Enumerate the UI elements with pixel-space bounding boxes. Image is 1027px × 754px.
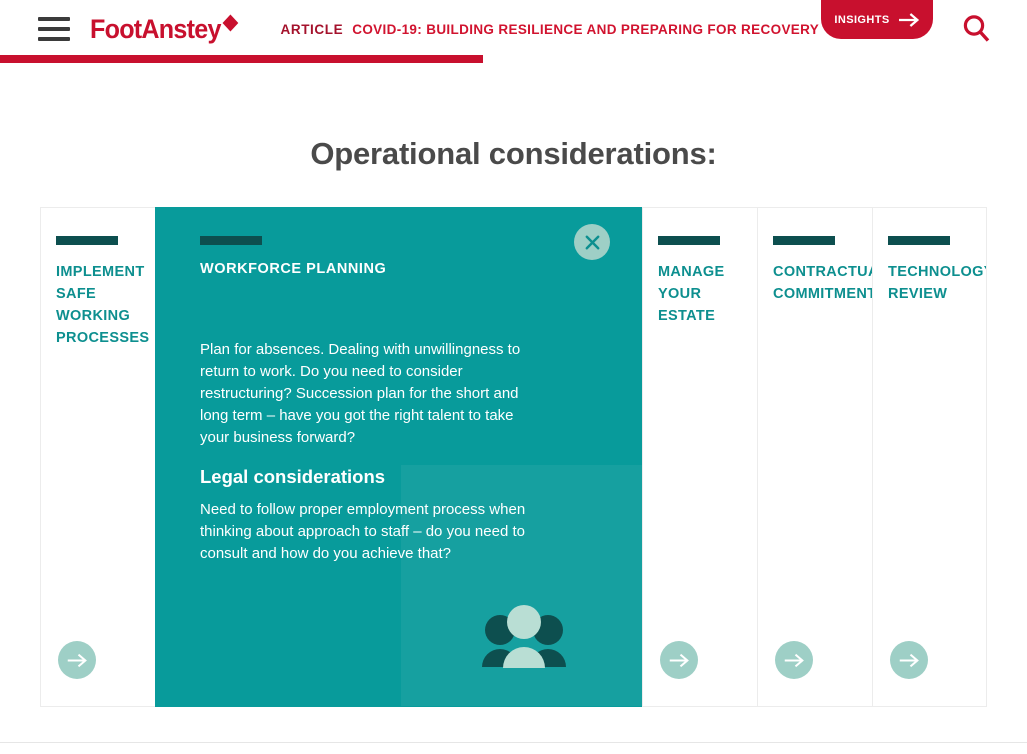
panel-rule <box>200 236 262 245</box>
accordion-card-implement-safe-working-processes[interactable]: IMPLEMENT SAFE WORKING PROCESSES <box>40 207 155 707</box>
panel-title: WORKFORCE PLANNING <box>200 261 387 277</box>
arrow-right-icon <box>784 653 804 667</box>
accordion-card-contractual-commitments[interactable]: CONTRACTUAL COMMITMENTS <box>757 207 872 707</box>
title-line: ESTATE <box>658 308 716 324</box>
hamburger-bar <box>38 37 70 41</box>
title-line: IMPLEMENT <box>56 264 145 280</box>
arrow-right-icon <box>669 653 689 667</box>
card-expand-arrow-button[interactable] <box>890 641 928 679</box>
accordion-card-workforce-planning: WORKFORCE PLANNING Plan for absences. De… <box>155 207 642 707</box>
title-line: PROCESSES <box>56 330 150 346</box>
card-rule <box>888 236 950 245</box>
card-rule <box>56 236 118 245</box>
title-line: WORKING <box>56 308 131 324</box>
people-group-icon <box>478 605 570 674</box>
arrow-right-icon <box>898 12 919 27</box>
accordion-card-title: TECHNOLOGY REVIEW <box>888 261 987 305</box>
panel-subheading: Legal considerations <box>200 466 386 487</box>
close-icon <box>585 235 599 249</box>
title-line: TECHNOLOGY <box>888 264 987 280</box>
accordion-card-title: CONTRACTUAL COMMITMENTS <box>773 261 872 305</box>
title-line: REVIEW <box>888 286 948 302</box>
panel-paragraph: Plan for absences. Dealing with unwillin… <box>200 341 521 446</box>
accordion-card-technology-review[interactable]: TECHNOLOGY REVIEW <box>872 207 987 707</box>
search-button[interactable] <box>961 13 992 44</box>
article-title: COVID-19: BUILDING RESILIENCE AND PREPAR… <box>352 21 820 37</box>
arrow-right-icon <box>899 653 919 667</box>
accordion-card-manage-your-estate[interactable]: MANAGE YOUR ESTATE <box>642 207 757 707</box>
title-line: COMMITMENTS <box>773 286 872 302</box>
reading-progress-bar <box>0 55 483 63</box>
title-line: SAFE <box>56 286 97 302</box>
footer-divider <box>0 742 1027 743</box>
title-line: MANAGE <box>658 264 725 280</box>
accordion-card-title: MANAGE YOUR ESTATE <box>658 261 742 327</box>
panel-body: Plan for absences. Dealing with unwillin… <box>200 339 545 565</box>
accordion-card-title: IMPLEMENT SAFE WORKING PROCESSES <box>56 261 150 349</box>
insights-button[interactable]: INSIGHTS <box>821 0 933 39</box>
article-kicker: ARTICLE <box>280 21 344 37</box>
card-expand-arrow-button[interactable] <box>58 641 96 679</box>
brand-name: FootAnstey <box>90 13 221 44</box>
hamburger-menu-icon[interactable] <box>38 17 70 41</box>
brand-logo[interactable]: FootAnstey <box>90 13 238 45</box>
site-header: FootAnstey ARTICLE COVID-19: BUILDING RE… <box>0 0 1027 63</box>
close-panel-button[interactable] <box>574 224 610 260</box>
insights-button-label: INSIGHTS <box>834 13 890 26</box>
card-rule <box>658 236 720 245</box>
title-line: CONTRACTUAL <box>773 264 872 280</box>
accordion-panels: IMPLEMENT SAFE WORKING PROCESSES WORKFOR… <box>40 207 987 707</box>
panel-legal-paragraph: Need to follow proper employment process… <box>200 501 526 562</box>
hamburger-bar <box>38 17 70 21</box>
card-expand-arrow-button[interactable] <box>660 641 698 679</box>
card-expand-arrow-button[interactable] <box>775 641 813 679</box>
header-actions: INSIGHTS <box>821 0 1027 44</box>
search-icon <box>963 15 990 42</box>
breadcrumb: ARTICLE COVID-19: BUILDING RESILIENCE AN… <box>281 22 820 37</box>
arrow-right-icon <box>67 653 87 667</box>
page-title: Operational considerations: <box>310 136 717 171</box>
hamburger-bar <box>38 27 70 31</box>
card-rule <box>773 236 835 245</box>
brand-diamond-icon <box>222 14 238 32</box>
title-line: YOUR <box>658 286 702 302</box>
